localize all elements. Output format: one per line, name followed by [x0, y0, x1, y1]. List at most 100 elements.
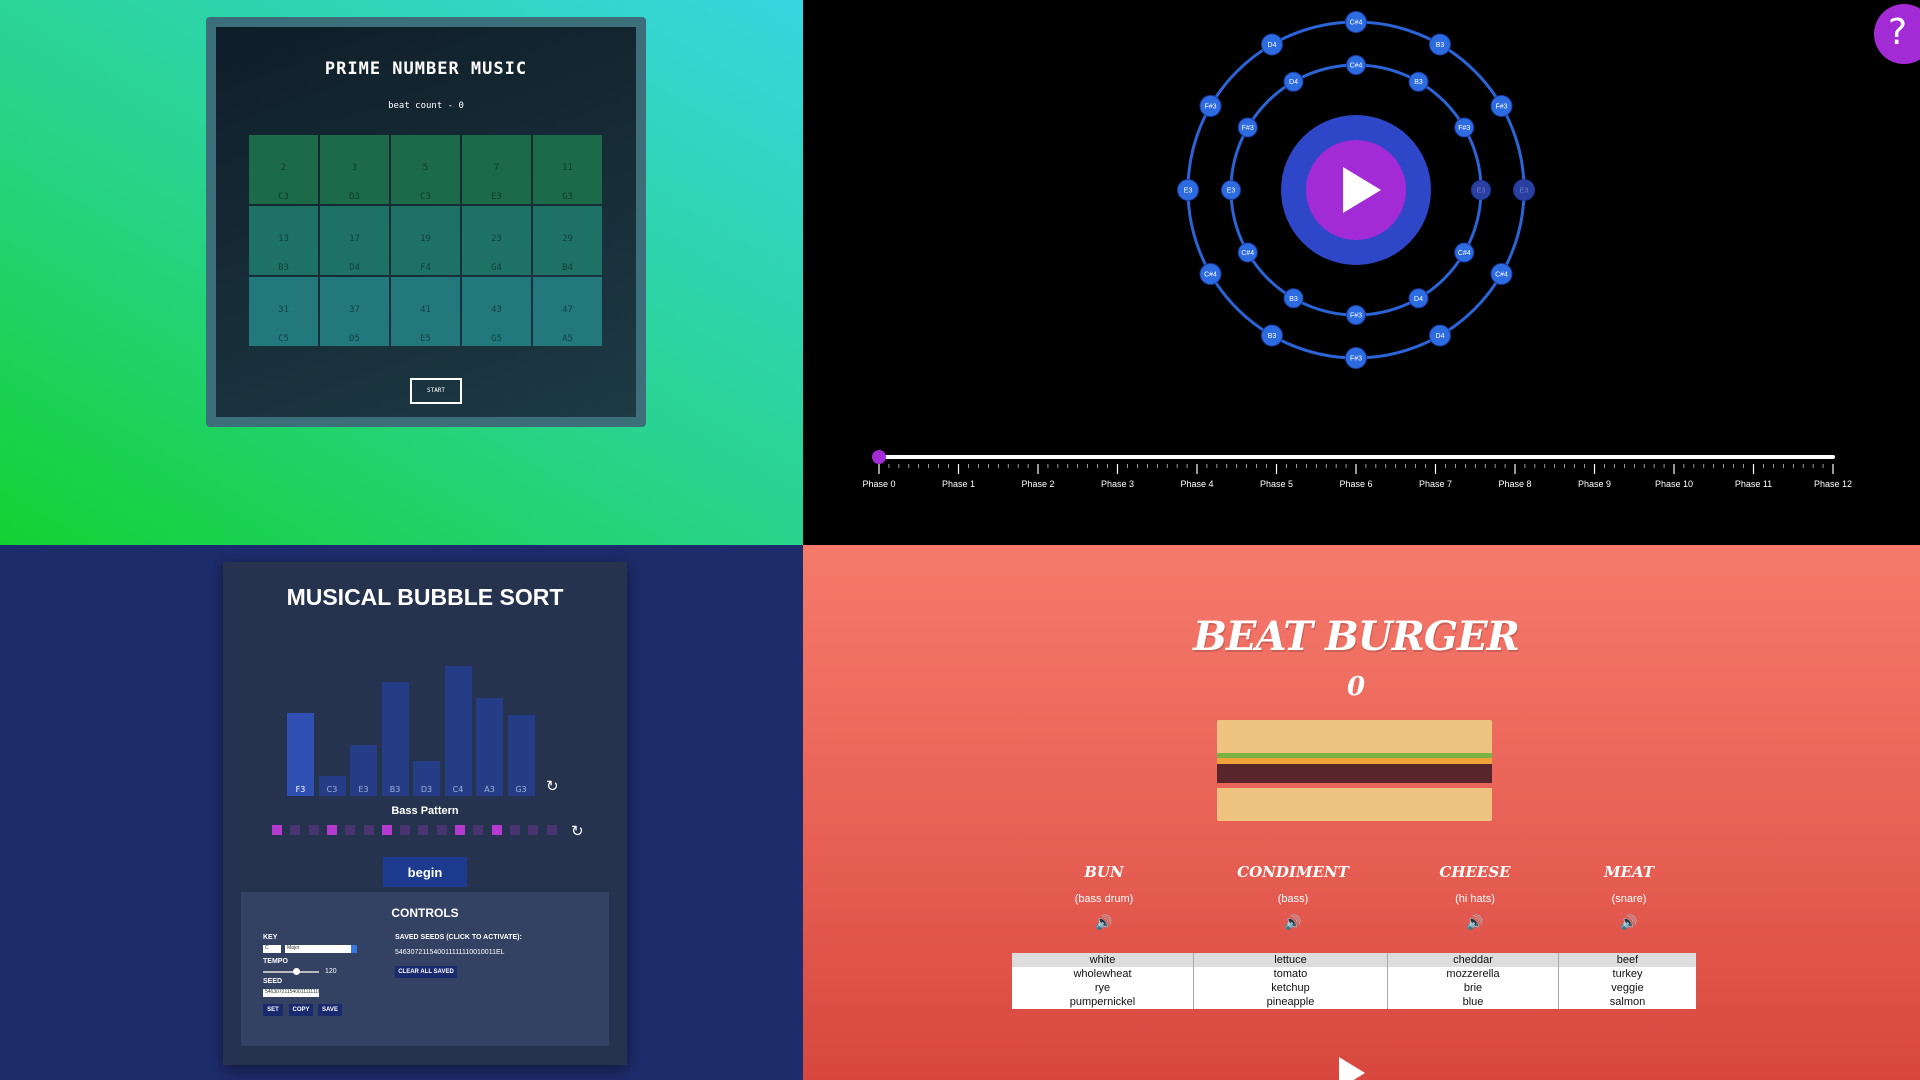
ingredient-option[interactable]: rye	[1012, 981, 1193, 995]
key-select[interactable]: C	[263, 945, 281, 953]
prime-note: C3	[420, 192, 431, 202]
prime-cell[interactable]: 31 C5	[249, 277, 318, 346]
copy-seed-button[interactable]: COPY	[289, 1004, 313, 1016]
refresh-bars-icon[interactable]: ↻	[546, 777, 559, 795]
prime-note: B3	[278, 263, 289, 273]
bubble-sort-card: MUSICAL BUBBLE SORT F3 C3 E3 B3 D3 C4 A3 G3 ↻ B…	[223, 562, 627, 1065]
saved-seed-item[interactable]: 546307211540011111110010011EL	[395, 949, 505, 956]
ingredient-option[interactable]: ketchup	[1194, 981, 1387, 995]
tempo-slider-thumb[interactable]	[293, 968, 300, 975]
sort-bar-label: C4	[452, 785, 464, 794]
bass-step[interactable]	[345, 825, 356, 835]
prime-note: D5	[349, 334, 360, 344]
bass-step[interactable]	[491, 825, 502, 835]
bass-step[interactable]	[363, 825, 374, 835]
prime-number: 11	[562, 163, 573, 173]
bass-step[interactable]	[455, 825, 465, 835]
inner-node-label: D4	[1414, 296, 1423, 303]
prime-cell[interactable]: 7 E3	[462, 135, 531, 204]
ingredient-option[interactable]: lettuce	[1194, 953, 1387, 967]
speaker-icon[interactable]: 🔊	[1395, 915, 1555, 931]
burger	[1217, 720, 1492, 821]
ingredient-option[interactable]: veggie	[1559, 981, 1696, 995]
bass-step[interactable]	[290, 825, 301, 835]
begin-button[interactable]: begin	[383, 857, 467, 887]
prime-note: D4	[349, 263, 360, 273]
bass-step[interactable]	[400, 825, 411, 835]
ingredient-option[interactable]: beef	[1559, 953, 1696, 967]
timeline-thumb[interactable]	[872, 450, 886, 464]
ingredient-list: cheddar mozzerella brie blue	[1388, 953, 1559, 1009]
speaker-icon[interactable]: 🔊	[1549, 915, 1709, 931]
prime-cell[interactable]: 5 C3	[391, 135, 460, 204]
ingredient-option[interactable]: pineapple	[1194, 995, 1387, 1009]
tempo-slider[interactable]	[263, 968, 319, 975]
prime-cell[interactable]: 11 G3	[533, 135, 602, 204]
prime-cell[interactable]: 23 G4	[462, 206, 531, 275]
prime-cell[interactable]: 47 A5	[533, 277, 602, 346]
bass-step[interactable]	[326, 825, 337, 835]
save-seed-button[interactable]: SAVE	[318, 1004, 342, 1016]
seed-input[interactable]: 5463072115400111111100100	[263, 989, 319, 997]
inner-node-label: C#4	[1458, 250, 1471, 257]
phase-label: Phase 11	[1735, 479, 1772, 489]
beat-burger-score: 0	[1346, 672, 1366, 702]
bass-step[interactable]	[272, 825, 282, 835]
sort-bar: C4	[444, 666, 472, 796]
ingredient-option[interactable]: white	[1012, 953, 1193, 967]
prime-cell[interactable]: 13 B3	[249, 206, 318, 275]
seed-label: SEED	[263, 978, 283, 985]
prime-cell[interactable]: 17 D4	[320, 206, 389, 275]
bass-step[interactable]	[546, 825, 557, 835]
speaker-icon[interactable]: 🔊	[1213, 915, 1373, 931]
ingredient-option[interactable]: cheddar	[1388, 953, 1558, 967]
outer-node-label: C#4	[1495, 272, 1508, 279]
ingredient-option[interactable]: turkey	[1559, 967, 1696, 981]
refresh-bass-icon[interactable]: ↻	[571, 822, 584, 840]
prime-cell[interactable]: 43 G5	[462, 277, 531, 346]
phase-label: Phase 4	[1180, 479, 1213, 489]
prime-number: 13	[278, 234, 289, 244]
start-button[interactable]: START	[410, 378, 462, 404]
tempo-label: TEMPO	[263, 958, 288, 965]
set-seed-button[interactable]: SET	[263, 1004, 283, 1016]
sort-bar: C3	[318, 776, 346, 796]
sort-bar-label: A3	[484, 785, 495, 794]
ingredient-option[interactable]: tomato	[1194, 967, 1387, 981]
sort-bar-label: B3	[389, 785, 401, 794]
sort-bars: F3 C3 E3 B3 D3 C4 A3 G3	[287, 636, 535, 796]
ingredient-option[interactable]: salmon	[1559, 995, 1696, 1009]
speaker-icon[interactable]: 🔊	[1024, 915, 1184, 931]
bass-step[interactable]	[528, 825, 539, 835]
ingredient-option[interactable]: brie	[1388, 981, 1558, 995]
bass-step[interactable]	[473, 825, 484, 835]
bass-step[interactable]	[308, 825, 319, 835]
phase-label: Phase 7	[1419, 479, 1452, 489]
mode-select[interactable]: Major	[285, 945, 357, 953]
bass-step[interactable]	[381, 825, 392, 835]
prime-note: F4	[420, 263, 431, 273]
prime-cell[interactable]: 29 B4	[533, 206, 602, 275]
ingredient-instrument: (bass)	[1277, 893, 1309, 905]
ingredient-heading: CHEESE	[1439, 863, 1511, 881]
prime-cell[interactable]: 41 E5	[391, 277, 460, 346]
ingredient-option[interactable]: mozzerella	[1388, 967, 1558, 981]
sort-bar: A3	[476, 697, 503, 796]
bass-step[interactable]	[509, 825, 520, 835]
prime-cell[interactable]: 3 D3	[320, 135, 389, 204]
prime-cell[interactable]: 19 F4	[391, 206, 460, 275]
ingredient-option[interactable]: pumpernickel	[1012, 995, 1193, 1009]
clear-saved-button[interactable]: CLEAR ALL SAVED	[395, 966, 457, 978]
prime-number: 41	[420, 305, 431, 315]
prime-number: 37	[349, 305, 360, 315]
play-icon[interactable]	[1339, 1057, 1365, 1080]
ingredient-option[interactable]: wholewheat	[1012, 967, 1193, 981]
ingredient-instrument: (hi hats)	[1455, 893, 1495, 905]
ingredient-option[interactable]: blue	[1388, 995, 1558, 1009]
prime-number: 47	[562, 305, 573, 315]
ingredient-instrument: (snare)	[1611, 893, 1647, 905]
prime-cell[interactable]: 2 C3	[249, 135, 318, 204]
bass-step[interactable]	[418, 825, 429, 835]
prime-cell[interactable]: 37 D5	[320, 277, 389, 346]
bass-step[interactable]	[436, 825, 447, 835]
